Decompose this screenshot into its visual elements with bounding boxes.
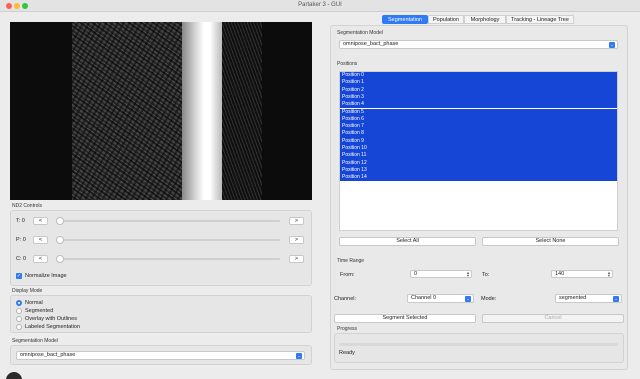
chevron-down-icon: ⌄ (296, 353, 302, 359)
position-item[interactable]: Position 0 (340, 72, 617, 80)
display-mode-labeled-radio[interactable] (16, 324, 22, 330)
progress-label: Progress (337, 326, 358, 332)
display-mode-labeled-label: Labeled Segmentation (25, 324, 81, 330)
t-slider-handle[interactable] (56, 217, 64, 225)
p-next-button[interactable]: > (289, 236, 304, 244)
mode-label: Mode: (481, 296, 497, 302)
display-mode-segmented-radio[interactable] (16, 308, 22, 314)
to-spinbox[interactable]: 140 ▲ ▼ (551, 270, 613, 278)
select-none-button[interactable]: Select None (482, 237, 619, 246)
positions-label: Positions (337, 61, 358, 67)
right-seg-model-dropdown[interactable]: omnipose_bact_phase ⌄ (339, 40, 618, 49)
tab-population[interactable]: Population (428, 15, 464, 24)
chevron-down-icon: ⌄ (609, 42, 615, 48)
position-item[interactable]: Position 10 (340, 145, 617, 153)
c-slider[interactable] (58, 258, 280, 260)
nd2-controls-label: ND2 Controls (12, 203, 43, 209)
c-next-button[interactable]: > (289, 255, 304, 263)
channel-value: Channel 0 (411, 295, 437, 301)
c-prev-button[interactable]: < (33, 255, 48, 263)
left-seg-model-value: omnipose_bact_phase (20, 352, 76, 358)
position-item[interactable]: Position 7 (340, 123, 617, 131)
to-value: 140 (555, 271, 565, 277)
from-value: 0 (414, 271, 418, 277)
mode-value: segmented (559, 295, 587, 301)
from-spinbox[interactable]: 0 ▲ ▼ (410, 270, 472, 278)
t-next-button[interactable]: > (289, 217, 304, 225)
left-seg-model-dropdown[interactable]: omnipose_bact_phase ⌄ (16, 351, 305, 360)
position-item[interactable]: Position 3 (340, 93, 617, 102)
from-label: From: (340, 272, 355, 278)
position-item[interactable]: Position 12 (340, 159, 617, 167)
progress-group (334, 333, 624, 363)
p-prev-button[interactable]: < (33, 236, 48, 244)
segment-selected-button[interactable]: Segment Selected (334, 314, 476, 323)
right-seg-model-label: Segmentation Model (337, 30, 383, 36)
position-item[interactable]: Position 11 (340, 152, 617, 160)
position-item[interactable]: Position 9 (340, 137, 617, 145)
position-item[interactable]: Position 8 (340, 130, 617, 138)
cancel-button[interactable]: Cancel (482, 314, 624, 323)
window-titlebar: Partaker 3 - GUI (0, 0, 640, 12)
position-item[interactable]: Position 6 (340, 115, 617, 124)
window-title: Partaker 3 - GUI (298, 2, 342, 8)
time-range-label: Time Range (337, 258, 365, 264)
right-texture (222, 22, 262, 200)
select-all-button[interactable]: Select All (339, 237, 476, 246)
position-item[interactable]: Position 5 (340, 108, 617, 116)
p-slider-handle[interactable] (56, 236, 64, 244)
t-label: T: 0 (16, 218, 25, 224)
positions-list[interactable]: Position 0 Position 1 Position 2 Position 3… (339, 71, 618, 231)
display-mode-label: Display Mode (12, 288, 43, 294)
position-item[interactable]: Position 1 (340, 79, 617, 87)
display-mode-overlay-label: Overlay with Outlines (25, 316, 77, 322)
tab-tracking-lineage[interactable]: Tracking - Lineage Tree (506, 15, 574, 24)
chevron-down-icon: ⌄ (465, 296, 471, 302)
chevron-down-icon: ⌄ (613, 296, 619, 302)
display-mode-overlay-radio[interactable] (16, 316, 22, 322)
channel-wall-halo (182, 22, 222, 200)
normalize-checkbox[interactable]: ✓ (16, 273, 22, 279)
dock-app-icon[interactable] (6, 372, 22, 379)
spin-arrows-icon: ▲ ▼ (607, 270, 611, 278)
t-slider[interactable] (58, 220, 280, 222)
spin-arrows-icon: ▲ ▼ (466, 270, 470, 278)
tab-morphology[interactable]: Morphology (464, 15, 506, 24)
left-seg-model-label: Segmentation Model (12, 338, 58, 344)
c-label: C: 0 (16, 256, 27, 262)
normalize-label: Normalize Image (25, 273, 67, 279)
p-slider[interactable] (58, 239, 280, 241)
right-seg-model-value: omnipose_bact_phase (343, 41, 399, 47)
image-viewer[interactable] (10, 22, 312, 200)
position-item[interactable]: Position 13 (340, 166, 617, 175)
mode-dropdown[interactable]: segmented ⌄ (555, 294, 622, 303)
progress-bar (339, 343, 618, 346)
tab-segmentation[interactable]: Segmentation (382, 15, 428, 24)
c-slider-handle[interactable] (56, 255, 64, 263)
display-mode-normal-radio[interactable] (16, 300, 22, 306)
status-text: Ready (339, 350, 355, 356)
to-label: To: (482, 272, 490, 278)
display-mode-segmented-label: Segmented (25, 308, 54, 314)
display-mode-normal-label: Normal (25, 300, 43, 306)
position-item[interactable]: Position 2 (340, 86, 617, 94)
channel-label: Channel: (334, 296, 357, 302)
channel-dropdown[interactable]: Channel 0 ⌄ (407, 294, 474, 303)
position-item[interactable]: Position 4 (340, 101, 617, 109)
p-label: P: 0 (16, 237, 26, 243)
cell-texture (72, 22, 182, 200)
position-item[interactable]: Position 14 (340, 174, 617, 182)
t-prev-button[interactable]: < (33, 217, 48, 225)
